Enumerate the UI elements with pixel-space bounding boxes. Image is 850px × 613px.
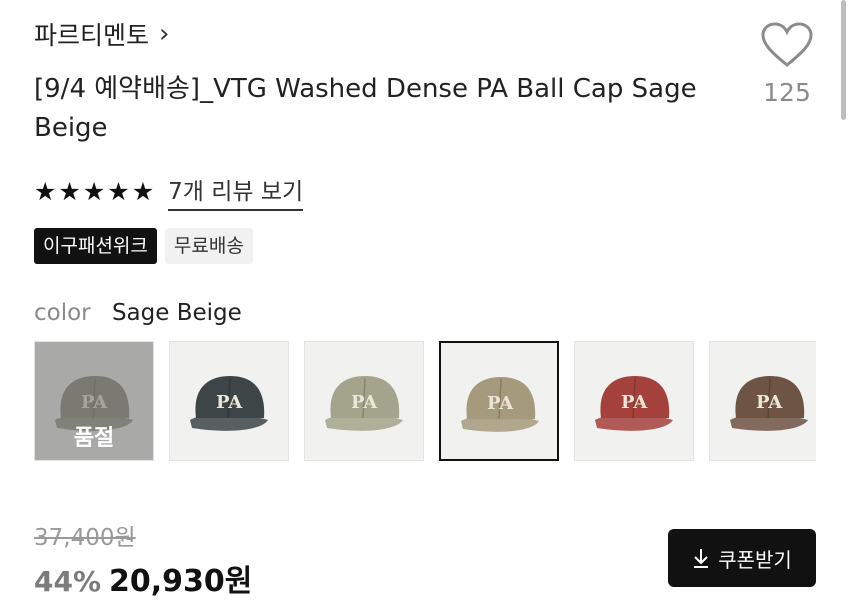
cap-image: PA xyxy=(595,376,673,431)
color-swatch[interactable]: PA xyxy=(304,341,424,461)
star-icon: ★ xyxy=(107,176,130,206)
review-link[interactable]: 7개 리뷰 보기 xyxy=(168,172,304,211)
cap-image: PA xyxy=(730,376,808,431)
svg-text:PA: PA xyxy=(487,393,514,414)
cap-image: PA xyxy=(461,377,539,432)
product-title: [9/4 예약배송]_VTG Washed Dense PA Ball Cap … xyxy=(34,74,697,143)
heart-outline-icon[interactable] xyxy=(761,22,813,68)
color-swatch[interactable]: PA xyxy=(709,341,816,461)
wishlist-count: 125 xyxy=(763,78,811,107)
star-icon: ★ xyxy=(58,176,81,206)
color-value: Sage Beige xyxy=(111,300,242,326)
star-rating: ★ ★ ★ ★ ★ xyxy=(34,177,154,207)
scrollbar[interactable] xyxy=(841,0,846,120)
price-row: 44% 20,930원 xyxy=(34,556,252,600)
download-icon xyxy=(694,549,709,568)
color-option: color Sage Beige xyxy=(34,300,242,326)
free-shipping-badge: 무료배송 xyxy=(164,228,253,264)
color-swatch[interactable]: PA xyxy=(574,341,694,461)
brand-link[interactable]: 파르티멘토 › xyxy=(34,16,169,52)
star-icon: ★ xyxy=(34,176,57,206)
sale-price: 20,930원 xyxy=(109,564,253,599)
color-label: color xyxy=(34,300,91,326)
svg-text:PA: PA xyxy=(216,392,243,413)
sold-out-label: 품절 xyxy=(73,426,115,451)
color-swatch[interactable]: PA xyxy=(439,341,559,461)
svg-text:PA: PA xyxy=(621,392,648,413)
coupon-label: 쿠폰받기 xyxy=(718,547,792,572)
color-swatch[interactable]: PA품절 xyxy=(34,341,154,461)
original-price: 37,400원 xyxy=(34,525,136,551)
coupon-button[interactable]: 쿠폰받기 xyxy=(668,529,816,587)
color-swatch[interactable]: PA xyxy=(169,341,289,461)
wishlist: 125 xyxy=(752,22,822,107)
svg-text:PA: PA xyxy=(351,392,378,413)
discount-rate: 44% xyxy=(34,565,102,598)
star-icon: ★ xyxy=(82,176,106,206)
svg-text:PA: PA xyxy=(756,392,783,413)
color-swatch-list: PA품절 PA PA PA PA PA xyxy=(34,341,816,465)
brand-name: 파르티멘토 xyxy=(34,21,150,50)
event-badge: 이구패션위크 xyxy=(34,228,157,264)
cap-image: PA xyxy=(325,376,403,431)
rating: ★ ★ ★ ★ ★ 7개 리뷰 보기 xyxy=(34,172,304,211)
cap-image: PA xyxy=(190,376,268,431)
chevron-right-icon: › xyxy=(159,19,170,49)
star-icon: ★ xyxy=(131,176,155,206)
badge-list: 이구패션위크 무료배송 xyxy=(34,228,253,264)
